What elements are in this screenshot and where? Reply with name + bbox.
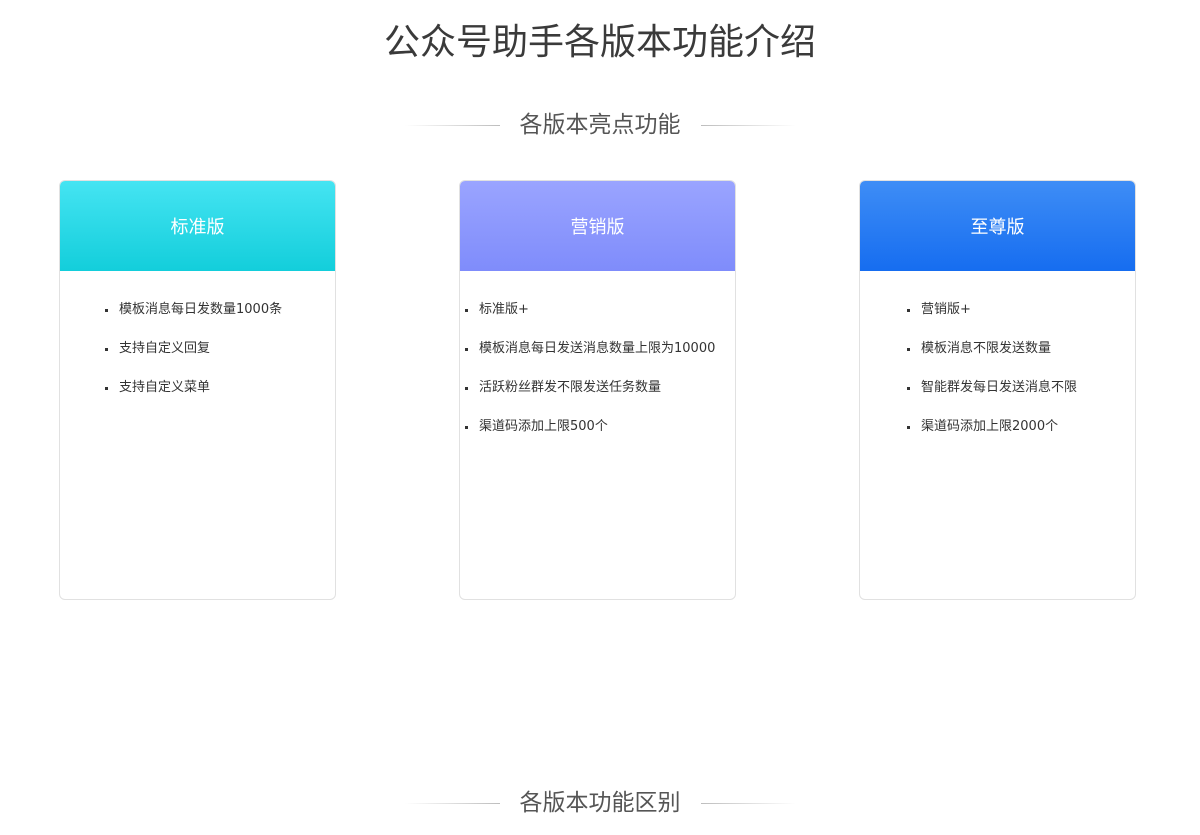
feature-list: 标准版+ 模板消息每日发送消息数量上限为10000 活跃粉丝群发不限发送任务数量… bbox=[465, 301, 715, 457]
heading-divider-left bbox=[404, 124, 500, 126]
version-card-standard: 标准版 模板消息每日发数量1000条 支持自定义回复 支持自定义菜单 bbox=[59, 180, 336, 600]
feature-item: 模板消息每日发送消息数量上限为10000 bbox=[465, 340, 715, 358]
feature-item: 标准版+ bbox=[465, 301, 715, 319]
heading-divider-right bbox=[700, 124, 796, 126]
heading-divider-left bbox=[404, 802, 500, 804]
feature-item: 模板消息每日发数量1000条 bbox=[105, 301, 282, 319]
feature-item: 智能群发每日发送消息不限 bbox=[907, 379, 1077, 397]
section-heading-highlights: 各版本亮点功能 bbox=[0, 110, 1200, 140]
feature-item: 模板消息不限发送数量 bbox=[907, 340, 1077, 358]
section-heading-text: 各版本亮点功能 bbox=[519, 112, 681, 138]
feature-item: 渠道码添加上限500个 bbox=[465, 418, 715, 436]
feature-item: 营销版+ bbox=[907, 301, 1077, 319]
section-heading-differences: 各版本功能区别 bbox=[0, 788, 1200, 818]
feature-item: 支持自定义菜单 bbox=[105, 379, 282, 397]
feature-list: 模板消息每日发数量1000条 支持自定义回复 支持自定义菜单 bbox=[105, 301, 282, 418]
feature-item: 渠道码添加上限2000个 bbox=[907, 418, 1077, 436]
page-title: 公众号助手各版本功能介绍 bbox=[383, 22, 816, 63]
card-header: 标准版 bbox=[60, 181, 335, 271]
version-card-premium: 至尊版 营销版+ 模板消息不限发送数量 智能群发每日发送消息不限 渠道码添加上限… bbox=[859, 180, 1136, 600]
card-title: 标准版 bbox=[170, 217, 225, 238]
card-header: 营销版 bbox=[460, 181, 735, 271]
card-title: 至尊版 bbox=[970, 217, 1025, 238]
heading-divider-right bbox=[700, 802, 796, 804]
feature-list: 营销版+ 模板消息不限发送数量 智能群发每日发送消息不限 渠道码添加上限2000… bbox=[907, 301, 1077, 457]
version-card-marketing: 营销版 标准版+ 模板消息每日发送消息数量上限为10000 活跃粉丝群发不限发送… bbox=[459, 180, 736, 600]
card-header: 至尊版 bbox=[860, 181, 1135, 271]
card-title: 营销版 bbox=[570, 217, 625, 238]
feature-item: 支持自定义回复 bbox=[105, 340, 282, 358]
feature-item: 活跃粉丝群发不限发送任务数量 bbox=[465, 379, 715, 397]
section-heading-text: 各版本功能区别 bbox=[519, 790, 681, 816]
